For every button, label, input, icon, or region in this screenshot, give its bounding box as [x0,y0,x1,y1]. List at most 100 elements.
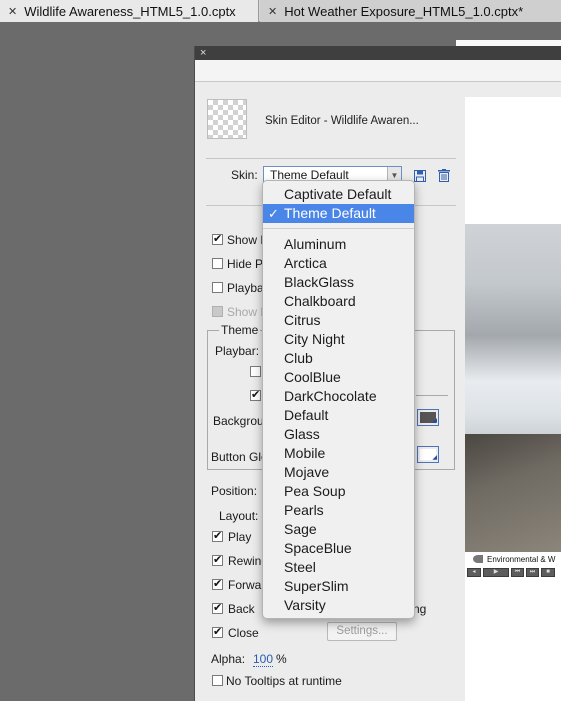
save-skin-icon[interactable] [414,170,426,182]
dropdown-item-pea-soup[interactable]: Pea Soup [263,482,414,501]
dropdown-item-label: Chalkboard [284,293,356,309]
dropdown-item-glass[interactable]: Glass [263,425,414,444]
no-tooltips-checkbox[interactable] [212,675,223,686]
dropdown-item-arctica[interactable]: Arctica [263,254,414,273]
close-checkbox[interactable] [212,625,223,638]
dropdown-item-label: CoolBlue [284,369,341,385]
rewind-icon: ◂ [467,568,481,577]
dropdown-separator [263,228,414,229]
dropdown-item-mobile[interactable]: Mobile [263,444,414,463]
preview-snow-landscape-image [465,224,561,552]
alpha-label: Alpha: [211,652,246,666]
divider [416,395,448,396]
background-label: Backgrou [213,414,264,428]
dropdown-item-label: BlackGlass [284,274,355,290]
back-label: Back [228,602,255,616]
dropdown-item-default[interactable]: Default [263,406,414,425]
dropdown-item-blackglass[interactable]: BlackGlass [263,273,414,292]
alpha-unit: % [276,652,287,666]
dropdown-item-pearls[interactable]: Pearls [263,501,414,520]
close-label: Close [228,626,259,640]
tab-label: Wildlife Awareness_HTML5_1.0.cptx [24,3,236,19]
checkmark-icon: ✓ [268,206,279,221]
speaker-icon [473,555,483,563]
document-tab-bar: ✕ Wildlife Awareness_HTML5_1.0.cptx ✕ Ho… [0,0,561,22]
dropdown-item-label: Mojave [284,464,330,480]
hide-playbar-label: Hide Pl [227,257,266,271]
background-color-swatch[interactable]: ◢ [417,409,439,426]
dropdown-item-label: Club [284,350,313,366]
theme-playbar-label: Playbar: [215,344,260,358]
rewind-checkbox[interactable] [212,553,223,566]
close-tab-icon[interactable]: ✕ [268,5,277,18]
dropdown-item-label: SpaceBlue [284,540,352,556]
position-label: Position: [211,484,258,498]
dropdown-item-label: Aluminum [284,236,347,252]
play-checkbox[interactable] [212,529,223,542]
dialog-header-strip [195,60,561,82]
dropdown-item-sage[interactable]: Sage [263,520,414,539]
theme-option-checkbox[interactable] [250,366,261,377]
dialog-close-icon[interactable]: × [200,46,206,60]
dropdown-item-label: Default [284,407,329,423]
back-checkbox[interactable] [212,601,223,614]
dropdown-item-mojave[interactable]: Mojave [263,463,414,482]
tab-hot-weather-exposure[interactable]: ✕ Hot Weather Exposure_HTML5_1.0.cptx* [260,0,561,22]
show-disabled-checkbox [212,306,223,317]
dropdown-item-label: Theme Default [284,205,376,221]
preview-caption: Environmental & W [487,554,556,564]
back-icon: ⏮ [511,568,524,577]
dropdown-item-label: City Night [284,331,345,347]
close-icon: ■ [541,568,555,577]
forward-icon: ⏭ [526,568,539,577]
swatch-dropdown-icon: ◢ [432,455,437,461]
dropdown-item-city-night[interactable]: City Night [263,330,414,349]
dropdown-item-label: Citrus [284,312,321,328]
dropdown-item-label: Varsity [284,597,326,613]
partial-option-label: ng [413,602,427,616]
button-glow-label: Button Glo [211,450,268,464]
divider [206,158,456,159]
preview-playbar: ◂ ▶ ⏮ ⏭ ■ [467,568,561,579]
delete-skin-icon[interactable] [438,169,450,182]
dropdown-item-superslim[interactable]: SuperSlim [263,577,414,596]
show-playback-checkbox[interactable] [212,232,223,245]
dropdown-item-spaceblue[interactable]: SpaceBlue [263,539,414,558]
skin-dropdown-list: Captivate Default ✓ Theme Default Alumin… [262,180,415,619]
dropdown-item-label: Pea Soup [284,483,346,499]
dropdown-item-varsity[interactable]: Varsity [263,596,414,615]
close-tab-icon[interactable]: ✕ [8,5,17,18]
button-glow-color-swatch[interactable]: ◢ [417,446,439,463]
alpha-value[interactable]: 100 [253,652,274,667]
dropdown-item-label: Sage [284,521,317,537]
dropdown-item-club[interactable]: Club [263,349,414,368]
theme-option-checkbox-checked[interactable] [250,388,261,401]
settings-button[interactable]: Settings... [327,622,397,641]
preview-rock-slope [465,434,561,552]
playbar-checkbox[interactable] [212,282,223,293]
forward-checkbox[interactable] [212,577,223,590]
play-label: Play [228,530,252,544]
play-icon: ▶ [483,568,509,577]
dropdown-item-chalkboard[interactable]: Chalkboard [263,292,414,311]
skin-editor-title: Skin Editor - Wildlife Awaren... [265,115,419,127]
dialog-titlebar[interactable]: × [195,46,561,60]
dropdown-item-label: Arctica [284,255,327,271]
hide-playbar-checkbox[interactable] [212,258,223,269]
dropdown-item-steel[interactable]: Steel [263,558,414,577]
no-tooltips-label: No Tooltips at runtime [226,674,342,688]
dropdown-item-darkchocolate[interactable]: DarkChocolate [263,387,414,406]
dropdown-item-aluminum[interactable]: Aluminum [263,235,414,254]
dropdown-item-label: Captivate Default [284,186,392,202]
layout-label: Layout: [219,509,259,523]
tab-wildlife-awareness[interactable]: ✕ Wildlife Awareness_HTML5_1.0.cptx [0,0,259,22]
dropdown-item-theme-default[interactable]: ✓ Theme Default [263,204,414,223]
skin-thumbnail [207,99,247,139]
forward-label: Forwar [228,578,266,592]
dropdown-item-captivate-default[interactable]: Captivate Default [263,185,414,204]
dropdown-item-label: Glass [284,426,320,442]
dropdown-item-citrus[interactable]: Citrus [263,311,414,330]
dropdown-item-label: Pearls [284,502,324,518]
tab-label: Hot Weather Exposure_HTML5_1.0.cptx* [284,3,524,19]
dropdown-item-coolblue[interactable]: CoolBlue [263,368,414,387]
